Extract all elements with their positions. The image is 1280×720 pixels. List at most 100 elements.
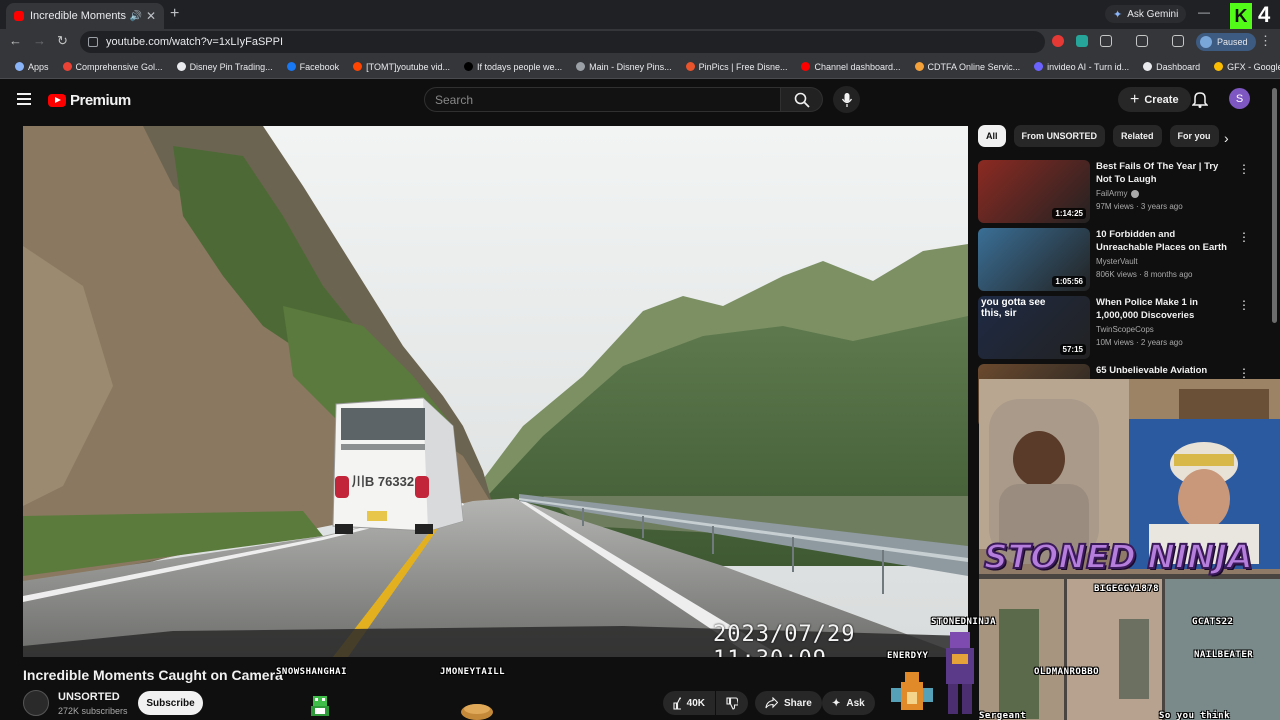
extension-red-icon[interactable] bbox=[1052, 35, 1064, 47]
search-icon bbox=[794, 92, 810, 108]
hamburger-menu-icon[interactable] bbox=[17, 93, 31, 105]
bookmark-label: Facebook bbox=[299, 61, 340, 72]
overlay-name-label: BIGEGGY1878 bbox=[1094, 584, 1160, 594]
more-options-icon[interactable]: ⋮ bbox=[1238, 366, 1250, 380]
user-avatar[interactable]: S bbox=[1229, 88, 1250, 109]
bookmark-item[interactable]: CDTFA Online Servic... bbox=[908, 62, 1028, 72]
recommended-title[interactable]: 10 Forbidden and Unreachable Places on E… bbox=[1096, 228, 1230, 255]
stream-title-banner: STONED NINJA bbox=[983, 536, 1254, 577]
new-tab-button[interactable]: + bbox=[170, 5, 179, 23]
bookmark-item[interactable]: PinPics | Free Disne... bbox=[679, 62, 795, 72]
bookmark-item[interactable]: Disney Pin Trading... bbox=[170, 62, 280, 72]
voice-search-button[interactable] bbox=[833, 86, 860, 113]
more-options-icon[interactable]: ⋮ bbox=[1238, 162, 1250, 176]
search-button[interactable] bbox=[781, 87, 823, 112]
bookmark-item[interactable]: Dashboard bbox=[1136, 62, 1207, 72]
bookmark-label: Channel dashboard... bbox=[814, 61, 901, 72]
more-options-icon[interactable]: ⋮ bbox=[1238, 298, 1250, 312]
profile-button[interactable]: Paused bbox=[1196, 33, 1256, 51]
overlay-name-label: Sergeant bbox=[979, 711, 1027, 720]
site-info-icon[interactable] bbox=[88, 37, 98, 47]
recommended-video[interactable]: 1:14:25 Best Fails Of The Year | Try Not … bbox=[978, 160, 1268, 224]
bookmark-favicon-icon bbox=[1214, 62, 1224, 71]
recommended-video[interactable]: 1:05:56 10 Forbidden and Unreachable Plac… bbox=[978, 228, 1268, 292]
mech-sprite-icon bbox=[946, 632, 974, 714]
recommended-video[interactable]: you gotta see this, sir 57:15 When Police … bbox=[978, 296, 1268, 360]
overlay-name-label: SNOWSHANGHAI bbox=[276, 667, 348, 677]
youtube-premium-logo[interactable]: Premium bbox=[48, 92, 131, 109]
recommended-channel[interactable]: TwinScopeCops bbox=[1096, 325, 1154, 334]
logo-text: Premium bbox=[70, 92, 131, 109]
bookmarks-bar: Apps Comprehensive Gol... Disney Pin Tradi… bbox=[0, 55, 1280, 79]
notifications-bell-icon[interactable] bbox=[1191, 90, 1209, 113]
ask-button[interactable]: ✦ Ask bbox=[822, 691, 875, 715]
recommended-channel-name: TwinScopeCops bbox=[1096, 325, 1154, 334]
filter-chip[interactable]: For you bbox=[1169, 125, 1219, 147]
recommended-title[interactable]: When Police Make 1 in 1,000,000 Discover… bbox=[1096, 296, 1230, 322]
bookmark-label: If todays people we... bbox=[477, 61, 563, 72]
kick-logo-icon: K bbox=[1230, 3, 1252, 29]
recommended-channel-name: MysterVault bbox=[1096, 257, 1138, 266]
like-button[interactable]: 40K bbox=[663, 691, 715, 715]
bookmark-item[interactable]: If todays people we... bbox=[457, 62, 569, 72]
dislike-button[interactable] bbox=[716, 691, 748, 715]
video-thumbnail[interactable]: 1:14:25 bbox=[978, 160, 1090, 223]
bookmark-favicon-icon bbox=[1143, 62, 1153, 71]
browser-menu-icon[interactable]: ⋮ bbox=[1259, 33, 1272, 49]
bookmark-favicon-icon bbox=[464, 62, 474, 71]
overlay-name-label: NAILBEATER bbox=[1194, 650, 1254, 660]
recommended-channel[interactable]: MysterVault bbox=[1096, 257, 1138, 266]
youtube-play-icon bbox=[48, 94, 66, 107]
bookmark-item[interactable]: Main - Disney Pins... bbox=[569, 62, 679, 72]
bookmark-item[interactable]: GFX - Google Drive bbox=[1207, 62, 1280, 72]
chevron-right-icon[interactable]: › bbox=[1224, 130, 1229, 146]
ask-gemini-button[interactable]: ✦ Ask Gemini bbox=[1105, 5, 1187, 23]
sidepanel-icon[interactable] bbox=[1136, 35, 1148, 47]
recommended-channel[interactable]: FailArmy bbox=[1096, 189, 1139, 198]
share-button[interactable]: Share bbox=[755, 691, 822, 715]
filter-chip[interactable]: All bbox=[978, 125, 1006, 147]
bread-sprite-icon bbox=[461, 704, 493, 720]
bookmark-item[interactable]: Facebook bbox=[280, 62, 347, 72]
video-thumbnail[interactable]: you gotta see this, sir 57:15 bbox=[978, 296, 1090, 359]
channel-name[interactable]: UNSORTED bbox=[58, 691, 120, 703]
recommended-title[interactable]: 65 Unbelievable Aviation bbox=[1096, 364, 1230, 377]
search-input[interactable]: Search bbox=[424, 87, 781, 112]
more-options-icon[interactable]: ⋮ bbox=[1238, 230, 1250, 244]
bookmark-item[interactable]: Comprehensive Gol... bbox=[56, 62, 170, 72]
bookmark-label: [TOMT]youtube vid... bbox=[366, 61, 451, 72]
filter-chip[interactable]: From UNSORTED bbox=[1013, 125, 1106, 147]
channel-avatar[interactable] bbox=[23, 690, 49, 716]
url-text: youtube.com/watch?v=1xLIyFaSPPI bbox=[106, 36, 284, 48]
bookmark-item[interactable]: invideo AI - Turn id... bbox=[1027, 62, 1136, 72]
browser-tab-active[interactable]: Incredible Moments Caught 🔊 ✕ bbox=[6, 3, 164, 29]
back-icon[interactable]: ← bbox=[9, 33, 22, 48]
gemini-sparkle-icon: ✦ bbox=[1113, 8, 1123, 21]
reload-icon[interactable]: ↻ bbox=[57, 33, 68, 49]
tab-title: Incredible Moments Caught bbox=[30, 10, 126, 22]
bookmark-item[interactable]: Channel dashboard... bbox=[794, 62, 907, 72]
share-icon bbox=[765, 697, 778, 709]
bookmark-item[interactable]: Apps bbox=[8, 62, 56, 72]
create-button[interactable]: + Create bbox=[1118, 87, 1191, 112]
extension-teal-icon[interactable] bbox=[1076, 35, 1088, 47]
close-tab-icon[interactable]: ✕ bbox=[146, 9, 156, 23]
filter-chip[interactable]: Related bbox=[1113, 125, 1162, 147]
minimize-icon[interactable]: — bbox=[1198, 5, 1210, 19]
recommended-title[interactable]: Best Fails Of The Year | Try Not To Laug… bbox=[1096, 160, 1230, 186]
youtube-favicon-icon bbox=[14, 11, 24, 21]
address-bar[interactable]: youtube.com/watch?v=1xLIyFaSPPI bbox=[80, 31, 1045, 53]
video-duration: 57:15 bbox=[1059, 344, 1086, 355]
video-duration: 1:14:25 bbox=[1052, 208, 1086, 219]
extensions-puzzle-icon[interactable] bbox=[1100, 35, 1112, 47]
page-scrollbar[interactable] bbox=[1272, 88, 1277, 323]
speaker-icon[interactable]: 🔊 bbox=[129, 11, 141, 22]
subscribe-button[interactable]: Subscribe bbox=[138, 691, 203, 715]
bookmark-item[interactable]: [TOMT]youtube vid... bbox=[346, 62, 457, 72]
reading-list-icon[interactable] bbox=[1172, 35, 1184, 47]
bookmark-favicon-icon bbox=[62, 62, 72, 71]
video-player[interactable]: 川B 76332 2023/07/29 11:30:09 bbox=[23, 126, 968, 657]
video-thumbnail[interactable]: 1:05:56 bbox=[978, 228, 1090, 291]
forward-icon[interactable]: → bbox=[33, 33, 46, 48]
bookmark-favicon-icon bbox=[176, 62, 186, 71]
